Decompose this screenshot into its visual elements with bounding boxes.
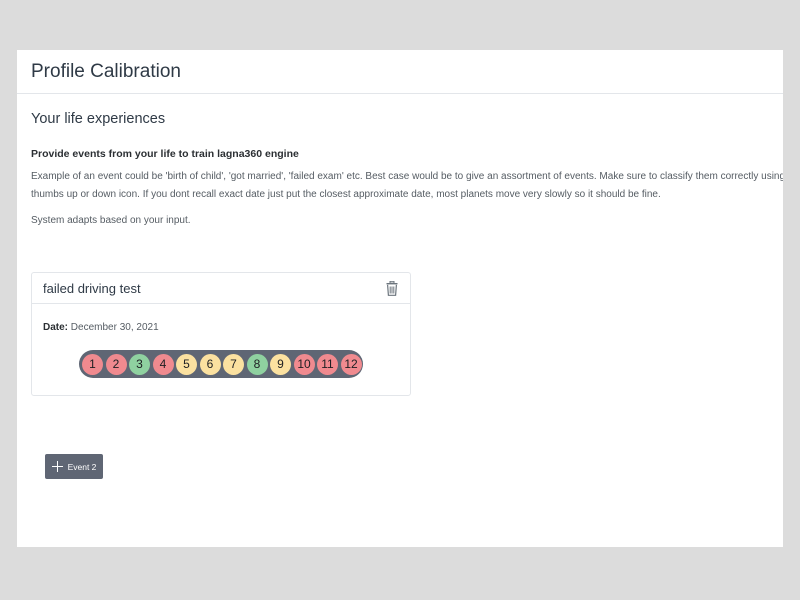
date-label: Date: xyxy=(43,322,69,333)
house-4-button[interactable]: 4 xyxy=(152,353,174,375)
add-event-label: Event 2 xyxy=(67,461,97,472)
section-title: Your life experiences xyxy=(31,111,166,127)
house-5-button[interactable]: 5 xyxy=(176,353,197,375)
house-12-button[interactable]: 12 xyxy=(340,353,362,375)
instructions-text: Example of an event could be 'birth of c… xyxy=(31,171,783,200)
house-6-button[interactable]: 6 xyxy=(199,353,221,375)
house-8-button[interactable]: 8 xyxy=(246,353,268,375)
add-event-button[interactable]: Event 2 xyxy=(45,454,103,479)
house-9-button[interactable]: 9 xyxy=(270,353,291,375)
house-7-button[interactable]: 7 xyxy=(223,353,244,375)
event-name: failed driving test xyxy=(43,280,141,296)
plus-icon xyxy=(51,461,63,472)
adapts-text: System adapts based on your input. xyxy=(31,215,191,226)
trash-icon[interactable] xyxy=(385,280,399,296)
house-3-button[interactable]: 3 xyxy=(129,353,150,375)
event-card: failed driving test Date: December 30, 2… xyxy=(31,272,411,396)
main-content: Your life experiences Provide events fro… xyxy=(17,94,783,226)
profile-calibration-panel: Profile Calibration Your life experience… xyxy=(17,50,783,547)
event-date: Date: December 30, 2021 xyxy=(43,322,410,333)
house-10-button[interactable]: 10 xyxy=(293,353,315,375)
house-2-button[interactable]: 2 xyxy=(105,353,127,375)
instructions-heading: Provide events from your life to train l… xyxy=(31,148,299,160)
house-1-button[interactable]: 1 xyxy=(82,353,103,375)
page-title: Profile Calibration xyxy=(31,60,181,82)
panel-header: Profile Calibration xyxy=(17,50,783,94)
house-11-button[interactable]: 11 xyxy=(317,353,338,375)
house-selector: 1 2 3 4 5 6 7 8 9 10 11 12 xyxy=(79,350,363,378)
event-card-header: failed driving test xyxy=(32,273,410,304)
date-value: December 30, 2021 xyxy=(70,322,159,333)
